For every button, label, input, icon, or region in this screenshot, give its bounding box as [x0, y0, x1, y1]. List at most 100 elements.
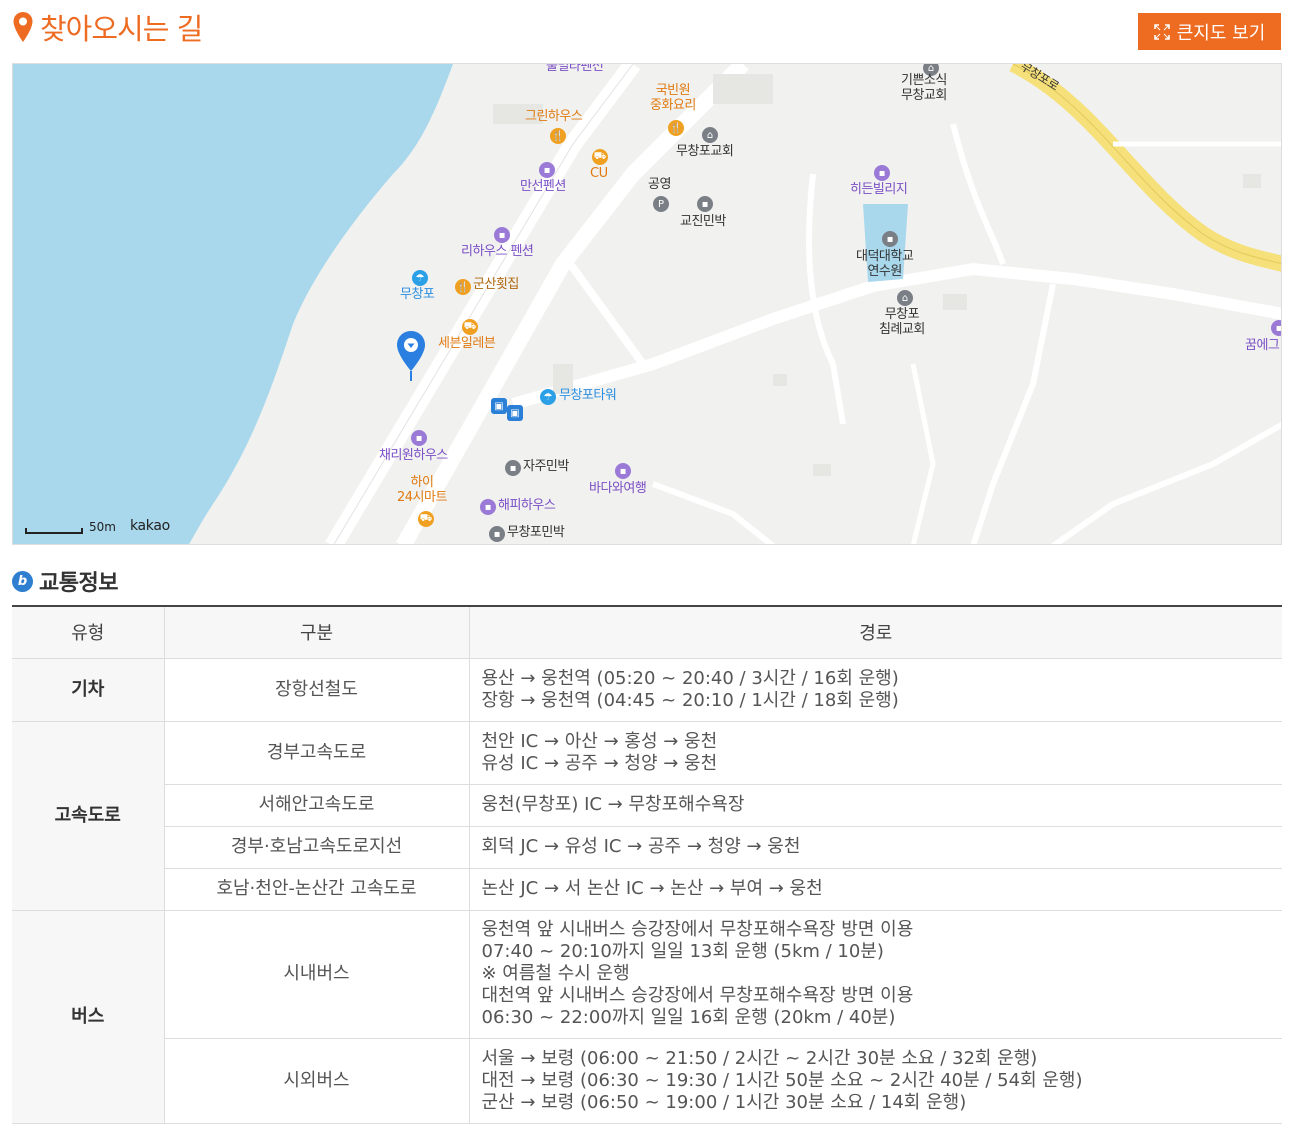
poi-gongyeong[interactable]: 공영 [648, 177, 671, 193]
poi-gunsan[interactable]: 군산횟집 [473, 277, 519, 293]
scale-bar [25, 528, 83, 534]
table-row: 경부·호남고속도로지선 회덕 JC → 유성 IC → 공주 → 청양 → 웅천 [12, 826, 1282, 869]
header-route: 경로 [469, 605, 1282, 659]
poi-chimrye-church[interactable]: 무창포 침례교회 [879, 307, 925, 338]
route-line: 웅천역 앞 시내버스 승강장에서 무창포해수욕장 방면 이용 [481, 919, 914, 940]
expand-icon [1153, 23, 1170, 40]
poi-chaeri[interactable]: 채리원하우스 [379, 448, 448, 464]
lodging-icon: ▪ [1271, 320, 1281, 336]
route-line: 군산 → 보령 (06:50 ~ 19:00 / 1시간 30분 소요 / 14… [481, 1091, 967, 1113]
route-cell: 천안 IC → 아산 → 홍성 → 웅천 유성 IC → 공주 → 청양 → 웅… [469, 721, 1282, 785]
scale-label: 50m [89, 520, 116, 534]
poi-mansun[interactable]: 만선펜션 [520, 179, 566, 195]
table-header-row: 유형 구분 경로 [12, 605, 1282, 659]
lodging-icon: ▪ [539, 162, 555, 178]
kakao-logo: kakao [129, 518, 170, 534]
poi-happy-house[interactable]: 해피하우스 [498, 498, 556, 514]
poi-cu[interactable]: CU [590, 166, 608, 182]
bullet-logo-icon: b [12, 570, 33, 592]
poi-gippeun[interactable]: 기쁜소식 무창교회 [901, 73, 947, 104]
category-cell: 경부·호남고속도로지선 [164, 826, 470, 869]
route-cell: 웅천(무창포) IC → 무창포해수욕장 [469, 784, 1282, 827]
bus-stop-icon: ▣ [507, 405, 523, 421]
page-title: 찾아오시는 길 [40, 12, 203, 46]
poi-seven-eleven[interactable]: 세븐일레븐 [438, 336, 496, 352]
category-cell: 장항선철도 [164, 658, 470, 722]
poi-daedeok[interactable]: 대덕대학교 연수원 [856, 249, 914, 280]
beach-icon: ☂ [540, 389, 556, 405]
poi-gyojin[interactable]: 교진민박 [680, 214, 726, 230]
church-icon: ⌂ [897, 290, 913, 306]
header-category: 구분 [164, 605, 470, 659]
route-line: ※ 여름철 수시 운행 [481, 963, 630, 984]
restaurant-icon: 🍴 [455, 279, 471, 295]
lodging-icon: ▪ [697, 196, 713, 212]
map-view[interactable]: 풀밀라펜션 국빈원 중화요리 🍴 ⌂ 기쁜소식 무창교회 무창포로 그린하우스 … [12, 63, 1282, 545]
type-bus: 버스 [12, 910, 165, 1124]
table-row: 호남·천안-논산간 고속도로 논산 JC → 서 논산 IC → 논산 → 부여… [12, 868, 1282, 911]
poi-bada[interactable]: 바다와여행 [589, 481, 647, 497]
poi-green-house[interactable]: 그린하우스 [525, 109, 583, 125]
category-cell: 시외버스 [164, 1038, 470, 1124]
table-row: 버스 시내버스 웅천역 앞 시내버스 승강장에서 무창포해수욕장 방면 이용 0… [12, 910, 1282, 1124]
lodging-icon: ▪ [874, 165, 890, 181]
route-line: 회덕 JC → 유성 IC → 공주 → 청양 → 웅천 [481, 836, 801, 857]
poi-kkum[interactable]: 꿈에그 [1245, 338, 1280, 354]
big-map-button[interactable]: 큰지도 보기 [1138, 13, 1281, 50]
restaurant-icon: 🍴 [550, 128, 566, 144]
building-icon: ▪ [882, 231, 898, 247]
route-line: 천안 IC → 아산 → 홍성 → 웅천 [481, 730, 718, 752]
route-line: 07:40 ~ 20:10까지 일일 13회 운행 (5km / 10분) [481, 941, 884, 962]
store-icon: ⛟ [462, 319, 478, 335]
section-header: 찾아오시는 길 [12, 6, 203, 48]
type-highway: 고속도로 [12, 721, 165, 911]
poi-muchangpo-minbak[interactable]: 무창포민박 [507, 525, 565, 541]
parking-icon: P [653, 196, 669, 212]
route-cell: 논산 JC → 서 논산 IC → 논산 → 부여 → 웅천 [469, 868, 1282, 911]
route-line: 06:30 ~ 22:00까지 일일 16회 운행 (20km / 40분) [481, 1007, 896, 1028]
route-line: 용산 → 웅천역 (05:20 ~ 20:40 / 3시간 / 16회 운행) [481, 667, 899, 689]
route-line: 논산 JC → 서 논산 IC → 논산 → 부여 → 웅천 [481, 878, 823, 899]
header-type: 유형 [12, 605, 165, 659]
route-line: 대전 → 보령 (06:30 ~ 19:30 / 1시간 50분 소요 ~ 2시… [481, 1069, 1083, 1091]
route-cell: 용산 → 웅천역 (05:20 ~ 20:40 / 3시간 / 16회 운행) … [469, 658, 1282, 722]
route-cell: 웅천역 앞 시내버스 승강장에서 무창포해수욕장 방면 이용 07:40 ~ 2… [469, 910, 1282, 1039]
map-base [13, 64, 1281, 544]
lodging-icon: ▪ [615, 463, 631, 479]
poi-pulmilla[interactable]: 풀밀라펜션 [546, 64, 604, 75]
lodging-icon: ▪ [489, 526, 505, 542]
traffic-section-header: b 교통정보 [12, 565, 118, 597]
lodging-icon: ▪ [411, 430, 427, 446]
restaurant-icon: 🍴 [668, 120, 684, 136]
table-row: 고속도로 경부고속도로 천안 IC → 아산 → 홍성 → 웅천 유성 IC →… [12, 721, 1282, 911]
route-line: 서울 → 보령 (06:00 ~ 21:50 / 2시간 ~ 2시간 30분 소… [481, 1047, 1038, 1069]
poi-gukbin[interactable]: 국빈원 중화요리 [650, 83, 696, 114]
map-marker-icon[interactable] [395, 330, 427, 382]
church-icon: ⌂ [702, 127, 718, 143]
category-cell: 호남·천안-논산간 고속도로 [164, 868, 470, 911]
location-pin-icon [13, 12, 33, 42]
lodging-icon: ▪ [494, 227, 510, 243]
poi-jaju[interactable]: 자주민박 [523, 459, 569, 475]
big-map-label: 큰지도 보기 [1176, 22, 1266, 44]
traffic-table: 유형 구분 경로 기차 장항선철도 용산 → 웅천역 (05:20 ~ 20:4… [12, 605, 1282, 1124]
poi-rihouse[interactable]: 리하우스 펜션 [461, 244, 534, 260]
poi-muchangpo-tower[interactable]: 무창포타워 [559, 388, 617, 404]
table-row: 기차 장항선철도 용산 → 웅천역 (05:20 ~ 20:40 / 3시간 /… [12, 658, 1282, 722]
route-cell: 회덕 JC → 유성 IC → 공주 → 청양 → 웅천 [469, 826, 1282, 869]
store-icon: ⛟ [418, 511, 434, 527]
category-cell: 서해안고속도로 [164, 784, 470, 827]
poi-muchangpo-church[interactable]: 무창포교회 [676, 144, 734, 160]
bus-stop-icon: ▣ [491, 398, 507, 414]
poi-hai-mart[interactable]: 하이 24시마트 [397, 475, 447, 506]
route-line: 유성 IC → 공주 → 청양 → 웅천 [481, 752, 718, 774]
route-line: 장항 → 웅천역 (04:45 ~ 20:10 / 1시간 / 18회 운행) [481, 689, 899, 711]
lodging-icon: ▪ [480, 499, 496, 515]
table-row: 시외버스 서울 → 보령 (06:00 ~ 21:50 / 2시간 ~ 2시간 … [12, 1038, 1282, 1124]
map-scale: 50m kakao [25, 518, 170, 534]
poi-hidden-village[interactable]: 히든빌리지 [850, 182, 908, 198]
route-cell: 서울 → 보령 (06:00 ~ 21:50 / 2시간 ~ 2시간 30분 소… [469, 1038, 1282, 1124]
beach-icon: ☂ [412, 270, 428, 286]
traffic-title: 교통정보 [39, 571, 118, 596]
poi-muchangpo-beach[interactable]: 무창포 [400, 287, 435, 303]
